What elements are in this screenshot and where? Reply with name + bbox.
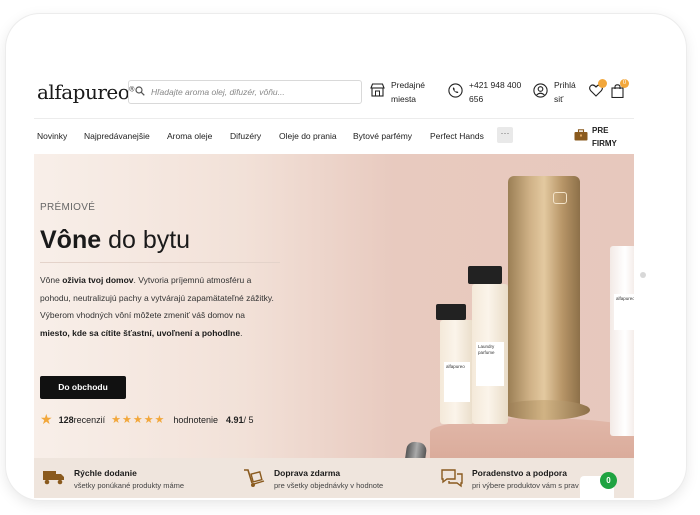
search-icon	[135, 83, 145, 101]
hero-description: Vône oživia tvoj domov. Vytvoria príjemn…	[40, 272, 276, 342]
hero-title-bold: Vône	[40, 226, 102, 254]
delivery-truck-icon	[42, 468, 66, 491]
stores-label-1: Predajné	[391, 80, 426, 90]
chat-widget-button[interactable]: 0	[600, 472, 617, 489]
feature-support: Poradenstvo a podpora pri výbere produkto…	[440, 468, 579, 493]
reviews-summary[interactable]: ★ 128 recenzií ★★★★★ hodnotenie 4.91 / 5	[40, 411, 254, 428]
review-count: 128	[58, 414, 74, 425]
hero-divider	[40, 262, 280, 263]
store-icon	[370, 83, 385, 101]
phone-number-2: 656	[469, 94, 484, 104]
logo-text: alfapureo	[37, 80, 130, 104]
login-link[interactable]: Prihlá siť	[533, 78, 576, 106]
login-label-1: Prihlá	[554, 80, 576, 90]
home-button[interactable]	[640, 272, 646, 278]
desc-part: Vône	[40, 275, 63, 285]
feature-title: Rýchle dodanie	[74, 468, 137, 478]
rating-stars: ★★★★★	[111, 414, 166, 426]
bottle-pump	[436, 304, 466, 320]
desc-highlight: miesto, kde sa cítite šťastní, uvoľnení …	[40, 327, 241, 338]
cart-badge: 0	[620, 79, 629, 88]
small-bottle-label: alfapureo	[444, 362, 470, 402]
phone-icon	[448, 82, 463, 102]
tablet-frame: alfapureo® Predajné miesta +421 948 400 65…	[6, 14, 686, 500]
rating-max: / 5	[243, 414, 254, 425]
nav-item-laundry-oils[interactable]: Oleje do prania	[279, 131, 337, 141]
diffuser-base	[498, 400, 590, 420]
capsule-diffuser-image	[400, 440, 428, 458]
features-bar: Rýchle dodanie všetky ponúkané produkty m…	[34, 458, 634, 498]
main-navigation: Novinky Najpredávanejšie Aroma oleje Dif…	[34, 118, 634, 154]
feature-subtitle: pre všetky objednávky v hodnote	[274, 481, 384, 490]
feature-subtitle: pri výbere produktov vám s prav	[472, 481, 579, 490]
search-box[interactable]	[128, 80, 362, 104]
search-input[interactable]	[151, 87, 351, 97]
desc-part: .	[240, 327, 243, 338]
business-link[interactable]: PRE FIRMY	[574, 124, 617, 150]
business-label-1: PRE	[592, 126, 609, 135]
phone-number-1: +421 948 400	[469, 80, 522, 90]
phone-link[interactable]: +421 948 400 656	[448, 78, 521, 106]
user-icon	[533, 82, 548, 102]
stores-label-2: miesta	[391, 94, 417, 104]
feature-fast-delivery: Rýchle dodanie všetky ponúkané produkty m…	[42, 468, 184, 491]
feature-title: Poradenstvo a podpora	[472, 468, 567, 478]
stores-link[interactable]: Predajné miesta	[370, 78, 425, 106]
nav-item-aroma-oils[interactable]: Aroma oleje	[167, 131, 212, 141]
star-icon: ★	[40, 411, 53, 427]
desc-highlight: oživia tvoj domov	[62, 275, 134, 285]
laundry-bottle-label: Laundry parfume	[476, 342, 504, 386]
business-label-2: FIRMY	[592, 139, 617, 148]
login-label-2: siť	[554, 94, 564, 104]
site-logo[interactable]: alfapureo®	[37, 80, 134, 104]
hero-title: Vône do bytu	[40, 226, 190, 255]
nav-item-bestsellers[interactable]: Najpredávanejšie	[84, 131, 150, 141]
feature-title: Doprava zdarma	[274, 468, 341, 478]
hero-banner: PRÉMIOVÉ Vône do bytu Vône oživia tvoj d…	[34, 154, 634, 458]
browser-viewport: alfapureo® Predajné miesta +421 948 400 65…	[34, 66, 634, 498]
rating-value: 4.91	[225, 414, 244, 425]
hero-title-rest: do bytu	[101, 226, 191, 254]
chat-bubbles-icon	[440, 468, 464, 493]
hand-truck-icon	[242, 468, 266, 493]
site-header: alfapureo® Predajné miesta +421 948 400 65…	[34, 66, 634, 118]
review-label: recenzií	[73, 414, 106, 425]
nav-item-home-perfumes[interactable]: Bytové parfémy	[353, 131, 412, 141]
nav-item-perfect-hands[interactable]: Perfect Hands	[430, 131, 484, 141]
wishlist-button[interactable]	[589, 79, 607, 102]
feature-free-shipping: Doprava zdarma pre všetky objednávky v ho…	[242, 468, 383, 493]
rating-label: hodnotenie	[173, 414, 218, 425]
product-pedestal	[430, 418, 634, 458]
cart-button[interactable]: 0	[611, 79, 629, 103]
shop-button[interactable]: Do obchodu	[40, 376, 126, 399]
nav-more-button[interactable]: ···	[497, 127, 513, 143]
tall-bottle-label: alfapureo	[614, 294, 634, 330]
feature-subtitle: všetky ponúkané produkty máme	[74, 481, 185, 490]
briefcase-icon	[574, 128, 588, 146]
wishlist-badge	[598, 79, 607, 88]
gold-diffuser-image	[508, 176, 580, 408]
nav-item-novinky[interactable]: Novinky	[37, 131, 67, 141]
hero-eyebrow: PRÉMIOVÉ	[40, 202, 96, 213]
bottle-pump	[468, 266, 502, 284]
diffuser-logo-mark	[553, 192, 567, 204]
nav-item-diffusers[interactable]: Difuzéry	[230, 131, 261, 141]
tall-bottle-image	[610, 246, 634, 436]
